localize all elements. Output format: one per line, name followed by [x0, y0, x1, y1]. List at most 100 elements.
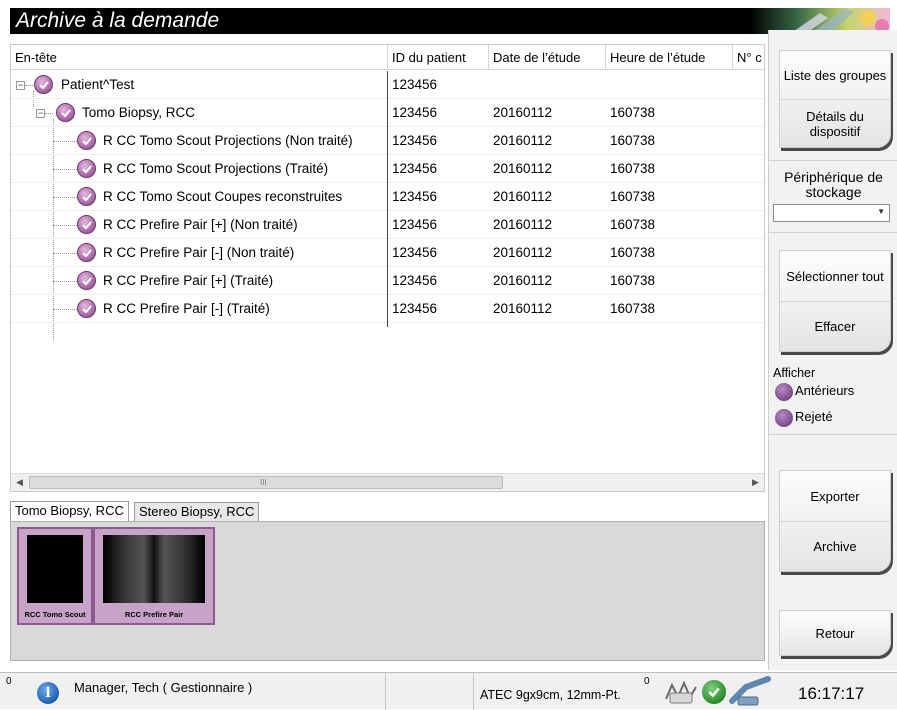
back-button-group: Retour: [779, 610, 891, 656]
row-title: R CC Tomo Scout Coupes reconstruites: [103, 189, 343, 204]
show-prior-option[interactable]: Antérieurs: [775, 380, 854, 402]
row-study-date: 20160112: [493, 105, 553, 120]
row-patient-id: 123456: [392, 217, 438, 232]
scroll-left-icon[interactable]: ◀: [11, 474, 28, 491]
thumbnail-prefire-pair[interactable]: RCC Prefire Pair: [93, 527, 215, 625]
horizontal-scrollbar[interactable]: ◀ III ▶: [11, 473, 764, 491]
thumbnail-caption: RCC Prefire Pair: [124, 610, 184, 619]
thumbnail-image: [103, 535, 205, 603]
checkmark-icon[interactable]: [77, 271, 96, 290]
thumbnail-caption: RCC Tomo Scout: [24, 610, 86, 619]
checkmark-icon[interactable]: [77, 131, 96, 150]
row-patient-id: 123456: [392, 161, 438, 176]
show-rejected-option[interactable]: Rejeté: [775, 406, 833, 428]
collapse-icon[interactable]: −: [16, 81, 25, 90]
checkmark-icon[interactable]: [77, 187, 96, 206]
archive-button[interactable]: Archive: [780, 521, 890, 571]
thumbnail-tomo-scout[interactable]: RCC Tomo Scout: [17, 527, 93, 625]
row-study-time: [606, 71, 733, 99]
column-header-number[interactable]: N° c: [733, 45, 764, 70]
radio-icon[interactable]: [775, 382, 793, 401]
checkmark-icon[interactable]: [77, 159, 96, 178]
row-title: R CC Tomo Scout Projections (Traité): [103, 161, 329, 176]
row-patient-id: 123456: [392, 273, 438, 288]
row-title: R CC Tomo Scout Projections (Non traité): [103, 133, 353, 148]
info-button-group: Liste des groupes Détails du dispositif: [779, 50, 891, 148]
storage-device-label: Périphérique de stockage: [784, 169, 883, 200]
column-divider[interactable]: [387, 71, 388, 327]
row-title: Patient^Test: [61, 77, 135, 92]
row-study-time: 160738: [610, 217, 656, 232]
thumbnail-image: [27, 535, 83, 603]
collapse-icon[interactable]: −: [36, 109, 45, 118]
row-study-date: 20160112: [493, 273, 553, 288]
row-study-time: 160738: [610, 189, 656, 204]
row-study-date: 20160112: [493, 161, 553, 176]
clear-button[interactable]: Effacer: [780, 301, 890, 351]
checkmark-icon[interactable]: [56, 103, 75, 122]
row-study-date: 20160112: [493, 217, 553, 232]
row-study-time: 160738: [610, 133, 656, 148]
row-study-date: [489, 71, 606, 99]
row-patient-id: 123456: [392, 133, 438, 148]
row-patient-id: 123456: [392, 245, 438, 260]
selection-button-group: Sélectionner tout Effacer: [779, 250, 891, 352]
queue-count: 0: [644, 676, 650, 687]
chevron-down-icon: ▼: [877, 207, 885, 216]
gantry-icon[interactable]: [728, 675, 772, 707]
storage-device-select[interactable]: ▼: [773, 204, 890, 222]
row-study-date: 20160112: [493, 133, 553, 148]
row-study-time: 160738: [610, 245, 656, 260]
row-title: R CC Prefire Pair [-] (Non traité): [103, 245, 295, 260]
row-study-time: 160738: [610, 161, 656, 176]
row-title: Tomo Biopsy, RCC: [82, 105, 196, 120]
select-all-button[interactable]: Sélectionner tout: [780, 251, 890, 301]
row-patient-id: 123456: [392, 77, 438, 92]
row-study-date: 20160112: [493, 301, 553, 316]
checkmark-icon[interactable]: [77, 299, 96, 318]
scrollbar-thumb[interactable]: III: [29, 476, 503, 489]
export-button[interactable]: Exporter: [780, 471, 890, 521]
study-table[interactable]: En-tête ID du patient Date de l’étude He…: [10, 44, 765, 492]
column-header-title[interactable]: En-tête: [11, 45, 388, 70]
tab-stereo-biopsy[interactable]: Stereo Biopsy, RCC: [134, 502, 260, 522]
device-details-button[interactable]: Détails du dispositif: [780, 99, 890, 147]
title-bar: Archive à la demande: [10, 8, 890, 34]
show-prior-label: Antérieurs: [795, 383, 855, 398]
checkmark-icon[interactable]: [77, 243, 96, 262]
row-study-date: 20160112: [493, 189, 553, 204]
row-study-time: 160738: [610, 105, 656, 120]
row-patient-id: 123456: [392, 105, 438, 120]
radio-icon[interactable]: [775, 408, 793, 427]
show-label: Afficher: [773, 366, 816, 380]
row-study-date: 20160112: [493, 245, 553, 260]
row-patient-id: 123456: [392, 189, 438, 204]
scroll-right-icon[interactable]: ▶: [747, 474, 764, 491]
row-title: R CC Prefire Pair [+] (Non traité): [103, 217, 298, 232]
tab-tomo-biopsy[interactable]: Tomo Biopsy, RCC: [10, 501, 129, 522]
row-study-time: 160738: [610, 301, 656, 316]
checkmark-icon[interactable]: [34, 75, 53, 94]
column-header-study-date[interactable]: Date de l’étude: [489, 45, 606, 70]
scrollbar-grip: III: [260, 478, 267, 487]
row-study-time: 160738: [610, 273, 656, 288]
table-header: En-tête ID du patient Date de l’étude He…: [11, 45, 764, 70]
paddle-info: ATEC 9gx9cm, 12mm-Pt.: [480, 688, 621, 702]
right-sidebar: Liste des groupes Détails du dispositif …: [768, 30, 897, 670]
checkmark-icon[interactable]: [77, 215, 96, 234]
clock: 16:17:17: [798, 684, 865, 703]
window-title: Archive à la demande: [16, 9, 220, 32]
thumbnail-panel: RCC Tomo Scout RCC Prefire Pair: [10, 521, 765, 661]
system-status-icon[interactable]: [702, 680, 726, 704]
manage-queues-icon[interactable]: [664, 679, 698, 705]
output-button-group: Exporter Archive: [779, 470, 891, 572]
current-user[interactable]: Manager, Tech ( Gestionnaire ): [74, 680, 252, 695]
column-header-patient-id[interactable]: ID du patient: [388, 45, 489, 70]
row-patient-id: 123456: [392, 301, 438, 316]
row-title: R CC Prefire Pair [-] (Traité): [103, 301, 270, 316]
row-title: R CC Prefire Pair [+] (Traité): [103, 273, 274, 288]
back-button[interactable]: Retour: [780, 611, 890, 655]
group-list-button[interactable]: Liste des groupes: [780, 51, 890, 99]
status-bar: 0 i Manager, Tech ( Gestionnaire ) ATEC …: [0, 672, 897, 710]
column-header-study-time[interactable]: Heure de l’étude: [606, 45, 733, 70]
